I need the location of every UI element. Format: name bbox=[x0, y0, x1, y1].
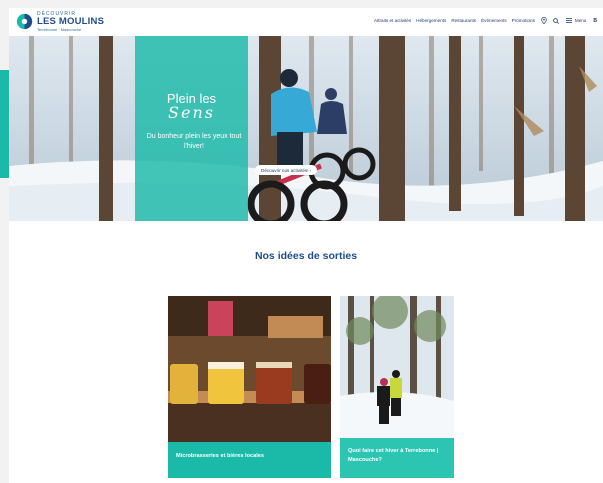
nav-restaurants[interactable]: Restaurants bbox=[451, 18, 476, 23]
section-title: Nos idées de sorties bbox=[254, 250, 358, 262]
hero-script-word: Sens bbox=[168, 103, 215, 122]
logo-mark-icon bbox=[16, 14, 33, 30]
card-quoi-faire-hiver[interactable]: Quoi faire cet hiver à Terrebonne | Masc… bbox=[340, 296, 454, 478]
site-logo[interactable]: DÉCOUVRIR LES MOULINS Terrebonne · Masco… bbox=[16, 12, 104, 32]
nav-hebergements[interactable]: Hébergements bbox=[416, 18, 446, 23]
nav-evenements[interactable]: Événements bbox=[481, 18, 507, 23]
page: DÉCOUVRIR LES MOULINS Terrebonne · Masco… bbox=[9, 8, 603, 483]
hero-subtitle: Du bonheur plein les yeux tout l'hiver! bbox=[146, 133, 242, 150]
search-icon[interactable] bbox=[553, 17, 559, 24]
hero-cta-button[interactable]: Découvrir nos activités! › bbox=[255, 165, 318, 175]
card-label: Microbrasseries et bières locales bbox=[176, 453, 264, 459]
logo-subtitle: Terrebonne · Mascouche bbox=[37, 26, 82, 32]
card-microbrasseries[interactable]: Microbrasseries et bières locales bbox=[168, 296, 331, 478]
nav-promotions[interactable]: Promotions bbox=[512, 18, 535, 23]
nav-attraits[interactable]: Attraits et activités bbox=[374, 18, 411, 23]
hero-overlay-panel: Plein les Sens Du bonheur plein les yeux… bbox=[135, 36, 248, 221]
card-caption: Microbrasseries et bières locales bbox=[168, 442, 331, 478]
beer-flight-image bbox=[168, 296, 331, 442]
hamburger-icon bbox=[565, 18, 572, 23]
location-pin-icon[interactable] bbox=[541, 17, 547, 24]
main-nav: Attraits et activités Hébergements Resta… bbox=[369, 17, 597, 24]
card-caption: Quoi faire cet hiver à Terrebonne | Masc… bbox=[340, 438, 454, 478]
hero-banner: Plein les Sens Du bonheur plein les yeux… bbox=[9, 36, 603, 221]
site-header: DÉCOUVRIR LES MOULINS Terrebonne · Masco… bbox=[9, 8, 603, 36]
hero-forest-image bbox=[9, 36, 603, 221]
side-feedback-tab[interactable] bbox=[0, 70, 9, 178]
snowshoe-image bbox=[340, 296, 454, 438]
logo-name: LES MOULINS bbox=[37, 16, 105, 27]
nav-extra-button[interactable]: B bbox=[593, 18, 597, 24]
card-label: Quoi faire cet hiver à Terrebonne | Masc… bbox=[348, 448, 439, 463]
menu-label: Menu bbox=[574, 18, 587, 23]
menu-button[interactable]: Menu bbox=[565, 18, 587, 23]
